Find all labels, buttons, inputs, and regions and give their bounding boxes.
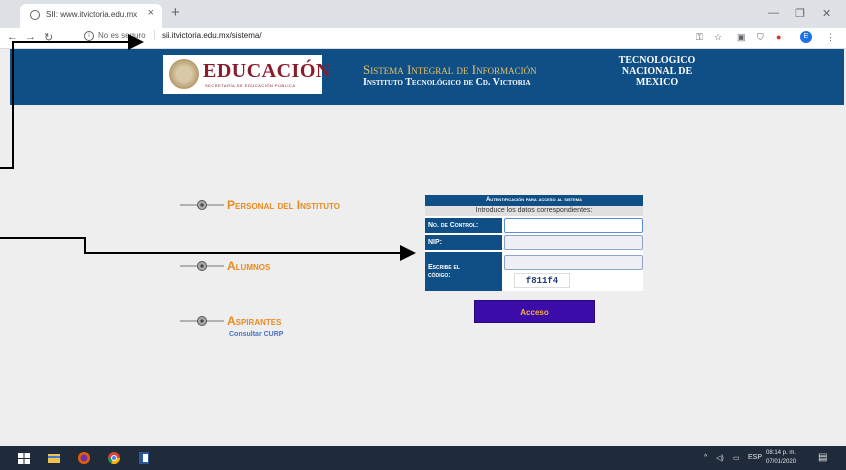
new-tab-button[interactable]: +	[171, 4, 180, 21]
word-icon[interactable]	[137, 451, 151, 465]
chrome-icon[interactable]	[107, 451, 121, 465]
back-icon[interactable]: ←	[7, 31, 18, 43]
forward-icon[interactable]: →	[25, 31, 36, 43]
taskbar: ^ ◁) ▭ ESP 08:14 p. m. 07/01/2020 ▤	[0, 446, 846, 470]
url-text[interactable]: sii.itvictoria.edu.mx/sistema/	[162, 31, 262, 40]
clock-date: 07/01/2020	[766, 459, 797, 465]
not-secure-label: No es seguro	[98, 31, 146, 40]
logo-text: EDUCACIÓN	[203, 60, 331, 82]
login-intro: Introduce los datos correspondientes:	[425, 206, 643, 216]
tray-chevron-icon[interactable]: ^	[704, 454, 707, 461]
header-banner: EDUCACIÓN SECRETARÍA DE EDUCACIÓN PÚBLIC…	[10, 49, 844, 105]
menu-bullet-icon	[180, 200, 224, 210]
info-icon[interactable]: i	[84, 31, 94, 41]
volume-icon[interactable]: ◁)	[716, 454, 724, 462]
browser-tab-strip: SII: www.itvictoria.edu.mx × + — ❐ ✕	[0, 0, 846, 28]
browser-toolbar: ← → ↻ i No es seguro sii.itvictoria.edu.…	[0, 28, 846, 49]
clock[interactable]: 08:14 p. m. 07/01/2020	[766, 449, 796, 467]
key-icon[interactable]: ⚿	[696, 32, 703, 43]
file-explorer-icon[interactable]	[47, 451, 61, 465]
restore-icon[interactable]: ❐	[795, 7, 805, 20]
captcha-input[interactable]	[504, 255, 643, 270]
code-label: Escribe el código:	[425, 252, 502, 291]
windows-start-icon[interactable]	[17, 451, 31, 465]
firefox-icon[interactable]	[77, 451, 91, 465]
code-label-line-1: Escribe el	[428, 264, 460, 271]
tecnm-line-3: MEXICO	[635, 77, 679, 88]
tab-close-button[interactable]: ×	[148, 7, 154, 19]
close-window-icon[interactable]: ✕	[822, 7, 831, 20]
globe-icon	[30, 10, 40, 20]
menu-alumnos-label[interactable]: Alumnos	[227, 259, 270, 273]
menu-bullet-icon	[180, 261, 224, 271]
nip-label: NIP:	[425, 235, 502, 250]
adblock-icon[interactable]: ●	[776, 32, 781, 42]
menu-aspirantes-label[interactable]: Aspirantes	[227, 314, 281, 328]
clock-time: 08:14 p. m.	[766, 450, 797, 456]
sep-logo: EDUCACIÓN SECRETARÍA DE EDUCACIÓN PÚBLIC…	[163, 55, 330, 94]
tab-title: SII: www.itvictoria.edu.mx	[46, 10, 138, 19]
profile-avatar[interactable]: E	[800, 31, 812, 43]
menu-bullet-icon	[180, 316, 224, 326]
reload-icon[interactable]: ↻	[44, 31, 53, 44]
shield-icon[interactable]: ⛉	[757, 32, 764, 43]
control-label: No. de Control:	[425, 218, 502, 233]
address-divider	[154, 30, 155, 40]
control-number-input[interactable]	[504, 218, 643, 233]
login-panel: Autentificación para acceso al sistema I…	[425, 195, 643, 291]
page-content: EDUCACIÓN SECRETARÍA DE EDUCACIÓN PÚBLIC…	[0, 49, 846, 446]
tecnm-line-1: TECNOLOGICO	[618, 55, 696, 66]
logo-subtext: SECRETARÍA DE EDUCACIÓN PÚBLICA	[205, 83, 296, 88]
browser-tab[interactable]: SII: www.itvictoria.edu.mx ×	[20, 4, 162, 28]
page-subtitle: Instituto Tecnológico de Cd. Victoria	[363, 77, 531, 88]
extension-icon[interactable]: ▣	[737, 32, 746, 43]
network-icon[interactable]: ▭	[733, 454, 740, 462]
login-header: Autentificación para acceso al sistema	[425, 195, 643, 206]
minimize-icon[interactable]: —	[768, 7, 779, 19]
nip-input[interactable]	[504, 235, 643, 250]
tecnm-logo: TECNOLOGICO NACIONAL DE MEXICO	[602, 55, 712, 88]
mexico-seal-icon	[169, 59, 199, 89]
notification-icon[interactable]: ▤	[818, 452, 827, 463]
menu-kebab-icon[interactable]: ⋮	[826, 32, 835, 43]
star-icon[interactable]: ☆	[714, 32, 722, 43]
acceso-button[interactable]: Acceso	[474, 300, 595, 323]
code-label-line-2: código:	[428, 272, 451, 279]
address-bar[interactable]: i No es seguro sii.itvictoria.edu.mx/sis…	[84, 29, 684, 45]
menu-personal-label[interactable]: Personal del Instituto	[227, 198, 340, 212]
captcha-image: f811f4	[514, 273, 570, 288]
tecnm-line-2: NACIONAL DE	[621, 66, 693, 77]
consultar-curp-link[interactable]: Consultar CURP	[229, 331, 283, 338]
page-title: Sistema Integral de Información	[363, 62, 537, 77]
language-indicator[interactable]: ESP	[748, 454, 762, 461]
